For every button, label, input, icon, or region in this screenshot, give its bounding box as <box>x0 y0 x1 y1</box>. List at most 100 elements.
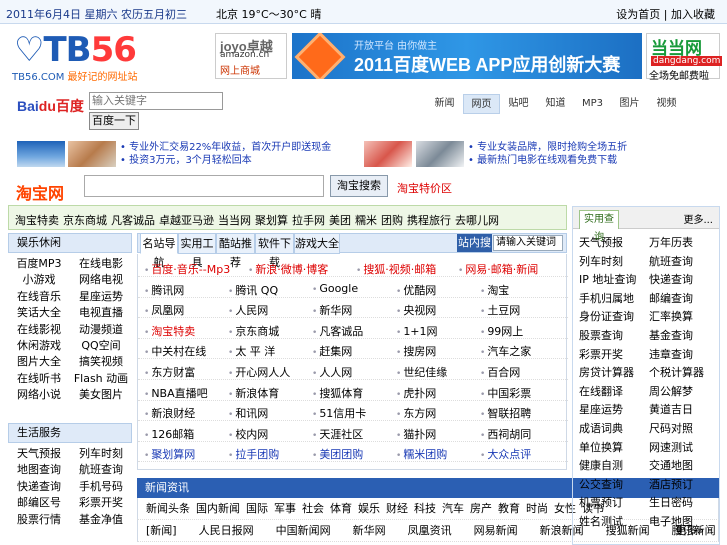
joyo-ad-banner[interactable]: joyo卓越 amazon.cn 网上商城 <box>215 33 287 79</box>
site-link[interactable]: 京东商城 <box>228 323 279 339</box>
site-link[interactable]: 央视网 <box>396 302 436 318</box>
site-link[interactable]: 人人网 <box>312 364 352 380</box>
hot-link[interactable]: 京东商城 <box>63 214 107 227</box>
utility-link[interactable]: 姓名测试 <box>579 513 649 532</box>
left-link[interactable]: 搞笑视频 <box>70 354 132 370</box>
utility-link[interactable]: 电子地图 <box>649 513 719 532</box>
left-link[interactable]: 在线音乐 <box>8 289 70 305</box>
hot-link[interactable]: 淘宝特卖 <box>15 214 59 227</box>
site-link[interactable]: 汽车之家 <box>480 343 531 359</box>
utility-link[interactable]: IP 地址查询 <box>579 271 649 290</box>
site-link[interactable]: 51信用卡 <box>312 405 366 421</box>
site-link[interactable]: 猫扑网 <box>396 426 436 442</box>
site-link[interactable]: 东方财富 <box>144 364 195 380</box>
promo-thumb-2[interactable] <box>68 141 116 167</box>
site-link[interactable]: 新浪体育 <box>228 385 279 401</box>
site-link[interactable]: 东方网 <box>396 405 436 421</box>
site-link[interactable]: 凤凰网 <box>144 302 184 318</box>
utility-link[interactable]: 成语词典 <box>579 420 649 439</box>
left-link[interactable]: 在线听书 <box>8 371 70 387</box>
site-link[interactable]: 优酷网 <box>396 282 436 298</box>
left-link[interactable]: 地图查询 <box>8 462 70 478</box>
baidu-logo[interactable]: Baidu百度 <box>17 96 84 116</box>
taobao-search-button[interactable]: 淘宝搜索 <box>330 175 388 197</box>
site-link[interactable]: 智联招聘 <box>480 405 531 421</box>
utility-link[interactable]: 网速测试 <box>649 439 719 458</box>
utility-link[interactable]: 天气预报 <box>579 234 649 253</box>
left-link[interactable]: 彩票开奖 <box>70 495 132 511</box>
news-source-link[interactable]: 网易新闻 <box>474 524 518 537</box>
news-category-link[interactable]: 国际 <box>246 502 268 515</box>
news-category-link[interactable]: 国内新闻 <box>196 502 240 515</box>
utility-link[interactable]: 周公解梦 <box>649 383 719 402</box>
news-source-link[interactable]: 中国新闻网 <box>276 524 331 537</box>
utility-link[interactable]: 酒店预订 <box>649 476 719 495</box>
site-link[interactable]: 和讯网 <box>228 405 268 421</box>
left-link[interactable]: QQ空间 <box>70 338 132 354</box>
site-link[interactable]: 中国彩票 <box>480 385 531 401</box>
left-link[interactable]: 基金净值 <box>70 512 132 528</box>
hot-link[interactable]: 携程旅行 <box>407 214 451 227</box>
hot-link[interactable]: 糯米 <box>355 214 377 227</box>
left-link[interactable]: 星座运势 <box>70 289 132 305</box>
site-link[interactable]: 新浪·微博·博客 <box>248 261 328 277</box>
left-link[interactable]: 航班查询 <box>70 462 132 478</box>
baidu-search-button[interactable]: 百度一下 <box>89 112 139 130</box>
promo-link-4[interactable]: • 最新热门电影在线观看免费下载 <box>468 155 617 167</box>
left-link[interactable]: 在线电影 <box>70 256 132 272</box>
site-link[interactable]: 赶集网 <box>312 343 352 359</box>
site-link[interactable]: NBA直播吧 <box>144 385 207 401</box>
utility-link[interactable]: 列车时刻 <box>579 253 649 272</box>
right-panel-tab[interactable]: 实用查询 <box>579 210 619 243</box>
site-link[interactable]: 126邮箱 <box>144 426 194 442</box>
left-link[interactable]: 图片大全 <box>8 354 70 370</box>
utility-link[interactable]: 万年历表 <box>649 234 719 253</box>
tab-software[interactable]: 软件下载 <box>255 233 294 269</box>
site-link[interactable]: 新浪财经 <box>144 405 195 421</box>
taobao-search-input[interactable] <box>84 175 324 197</box>
site-link[interactable]: 太 平 洋 <box>228 343 275 359</box>
utility-link[interactable]: 健康自测 <box>579 457 649 476</box>
utility-link[interactable]: 邮编查询 <box>649 290 719 309</box>
left-link[interactable]: Flash 动画 <box>70 371 132 387</box>
left-link[interactable]: 小游戏 <box>8 272 70 288</box>
left-link[interactable]: 天气预报 <box>8 446 70 462</box>
left-link[interactable]: 列车时刻 <box>70 446 132 462</box>
utility-link[interactable]: 身份证查询 <box>579 308 649 327</box>
left-link[interactable]: 股票行情 <box>8 512 70 528</box>
baidu-search-input[interactable] <box>89 92 223 110</box>
utility-link[interactable]: 房贷计算器 <box>579 364 649 383</box>
utility-link[interactable]: 单位换算 <box>579 439 649 458</box>
utility-link[interactable]: 在线翻译 <box>579 383 649 402</box>
site-link[interactable]: 拉手团购 <box>228 446 279 462</box>
hot-link[interactable]: 凡客诚品 <box>111 214 155 227</box>
utility-link[interactable]: 彩票开奖 <box>579 346 649 365</box>
promo-thumb-3[interactable] <box>364 141 412 167</box>
news-source-link[interactable]: 凤凰资讯 <box>408 524 452 537</box>
set-homepage-link[interactable]: 设为首页 <box>616 8 660 21</box>
left-link[interactable]: 百度MP3 <box>8 256 70 272</box>
left-link[interactable]: 邮编区号 <box>8 495 70 511</box>
baidu-tab-image[interactable]: 图片 <box>611 94 648 114</box>
site-link[interactable]: 西祠胡同 <box>480 426 531 442</box>
left-link[interactable]: 动漫频道 <box>70 322 132 338</box>
news-category-link[interactable]: 时尚 <box>526 502 548 515</box>
baidu-tab-mp3[interactable]: MP3 <box>574 94 611 114</box>
add-favorite-link[interactable]: 加入收藏 <box>671 8 715 21</box>
news-category-link[interactable]: 体育 <box>330 502 352 515</box>
left-link[interactable]: 电视直播 <box>70 305 132 321</box>
news-source-link[interactable]: 新华网 <box>353 524 386 537</box>
site-link[interactable]: 1+1网 <box>396 323 437 339</box>
utility-link[interactable]: 个税计算器 <box>649 364 719 383</box>
site-link[interactable]: 淘宝 <box>480 282 509 298</box>
tab-tools[interactable]: 实用工具 <box>178 233 216 269</box>
site-link[interactable]: 中关村在线 <box>144 343 206 359</box>
utility-link[interactable]: 交通地图 <box>649 457 719 476</box>
site-link[interactable]: 百合网 <box>480 364 520 380</box>
dangdang-ad-banner[interactable]: 当当网 dangdang.com 全场免邮费啦 <box>646 33 723 82</box>
hot-link[interactable]: 聚划算 <box>255 214 288 227</box>
left-link[interactable]: 休闲游戏 <box>8 338 70 354</box>
left-link[interactable]: 网络小说 <box>8 387 70 403</box>
news-category-link[interactable]: 教育 <box>498 502 520 515</box>
left-link[interactable]: 美女图片 <box>70 387 132 403</box>
